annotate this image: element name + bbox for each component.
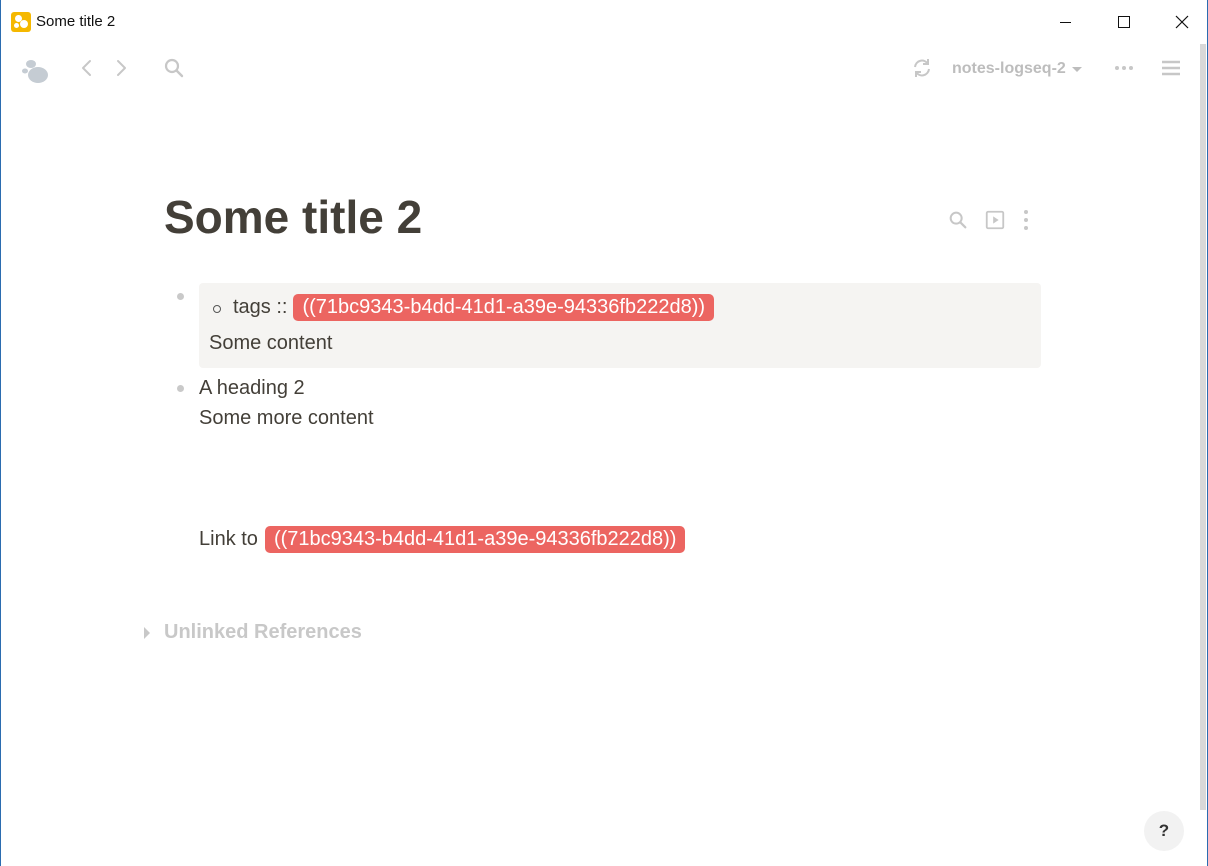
chevron-down-icon xyxy=(1071,66,1082,72)
block-reference-pill[interactable]: ((71bc9343-b4dd-41d1-a39e-94336fb222d8)) xyxy=(293,294,715,321)
property-key: tags :: xyxy=(233,296,288,318)
unlinked-references-label: Unlinked References xyxy=(164,621,362,643)
graph-selector[interactable]: notes-logseq-2 xyxy=(952,60,1082,78)
block-bullet[interactable] xyxy=(177,293,184,300)
sync-icon[interactable] xyxy=(910,56,934,80)
close-icon xyxy=(1175,15,1189,29)
maximize-button[interactable] xyxy=(1095,0,1153,44)
window-title: Some title 2 xyxy=(36,13,116,30)
block-content[interactable]: Some more content xyxy=(199,407,374,430)
property-row: tags :: ((71bc9343-b4dd-41d1-a39e-94336f… xyxy=(233,294,715,321)
block-properties[interactable]: tags :: ((71bc9343-b4dd-41d1-a39e-94336f… xyxy=(199,283,1041,368)
block-bullet[interactable] xyxy=(177,385,184,392)
menu-icon[interactable] xyxy=(1159,56,1183,80)
page-title[interactable]: Some title 2 xyxy=(164,190,422,244)
help-button[interactable]: ? xyxy=(1144,811,1184,851)
app-icon xyxy=(11,12,31,32)
slides-icon[interactable] xyxy=(983,208,1007,232)
maximize-icon xyxy=(1118,16,1130,28)
block-reference-pill[interactable]: ((71bc9343-b4dd-41d1-a39e-94336fb222d8)) xyxy=(264,526,686,553)
unlinked-references-toggle[interactable]: Unlinked References xyxy=(144,621,362,644)
scrollbar[interactable] xyxy=(1200,44,1206,810)
app-window: Some title 2 notes-logseq-2 Some title 2… xyxy=(0,0,1208,866)
block-heading[interactable]: A heading 2 xyxy=(199,377,305,400)
close-button[interactable] xyxy=(1153,0,1207,44)
search-icon[interactable] xyxy=(162,56,186,80)
logseq-logo-icon[interactable] xyxy=(19,56,53,86)
title-bar: Some title 2 xyxy=(1,0,1207,44)
property-bullet-icon xyxy=(213,305,221,313)
page-search-icon[interactable] xyxy=(946,208,970,232)
graph-name: notes-logseq-2 xyxy=(952,60,1066,77)
back-arrow-icon[interactable] xyxy=(75,56,99,80)
block-content[interactable]: Some content xyxy=(209,332,332,355)
minimize-icon xyxy=(1059,21,1071,23)
minimize-button[interactable] xyxy=(1036,0,1094,44)
more-horizontal-icon[interactable] xyxy=(1112,56,1136,80)
page-tools xyxy=(946,208,1032,232)
app-toolbar: notes-logseq-2 xyxy=(1,44,1207,92)
link-row: Link to ((71bc9343-b4dd-41d1-a39e-94336f… xyxy=(199,526,686,553)
link-label: Link to xyxy=(199,528,258,550)
forward-arrow-icon[interactable] xyxy=(109,56,133,80)
more-vertical-icon[interactable] xyxy=(1020,208,1032,232)
triangle-right-icon xyxy=(144,626,150,639)
